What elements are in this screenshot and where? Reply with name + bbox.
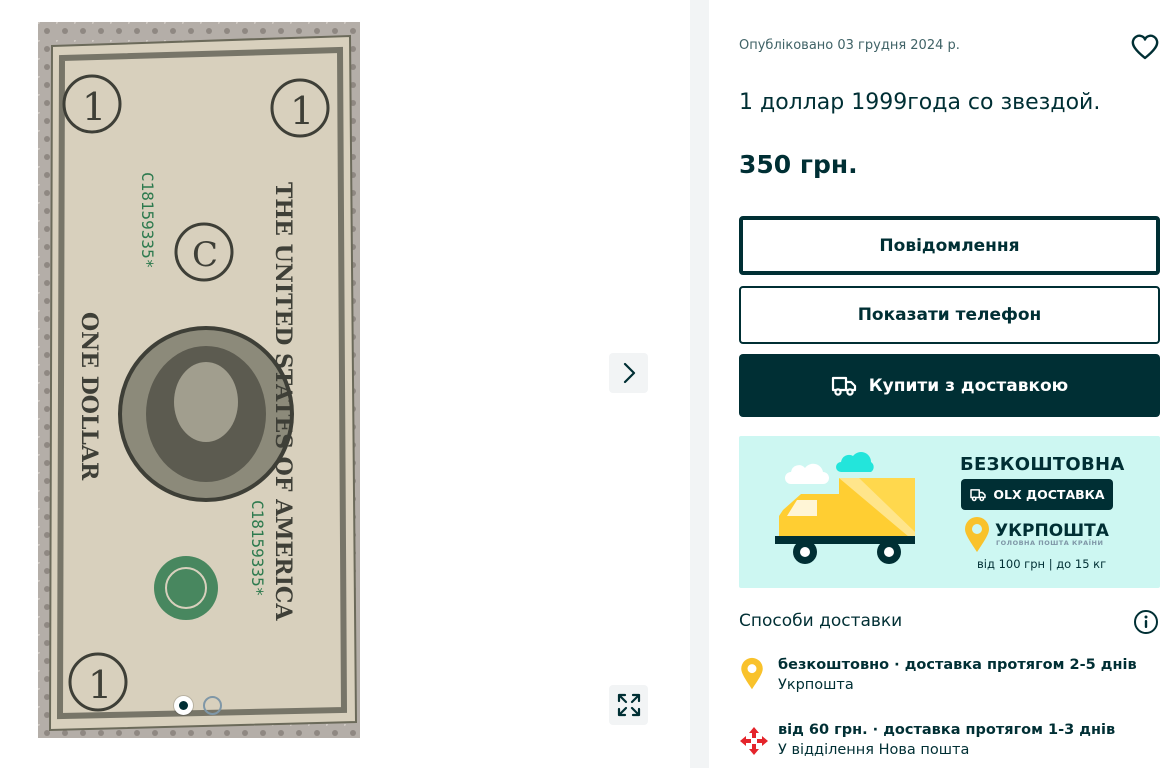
svg-text:C18159335*: C18159335* xyxy=(248,500,267,596)
svg-text:ONE DOLLAR: ONE DOLLAR xyxy=(76,312,102,481)
fullscreen-button[interactable] xyxy=(609,685,648,725)
nova-poshta-icon xyxy=(740,727,768,755)
svg-text:1: 1 xyxy=(82,85,106,129)
buy-with-delivery-button[interactable]: Купити з доставкою xyxy=(739,354,1160,417)
truck-illustration xyxy=(775,452,915,564)
delivery-option-carrier: У відділення Нова пошта xyxy=(778,742,970,758)
next-image-button[interactable] xyxy=(609,353,648,393)
svg-text:1: 1 xyxy=(88,663,112,707)
buy-button-label: Купити з доставкою xyxy=(868,375,1069,396)
delivery-truck-icon xyxy=(831,376,856,396)
delivery-option-title: від 60 грн. · доставка протягом 1-3 днів xyxy=(778,722,1116,738)
banner-free-label: БЕЗКОШТОВНА xyxy=(960,454,1125,475)
message-button[interactable]: Повідомлення xyxy=(739,216,1160,275)
ukrposhta-subtitle: ГОЛОВНА ПОШТА КРАЇНИ xyxy=(996,539,1104,547)
olx-delivery-label: OLX ДОСТАВКА xyxy=(993,487,1105,502)
pagination-dot-1[interactable] xyxy=(174,696,193,715)
posted-date: Опубліковано 03 грудня 2024 р. xyxy=(739,38,960,53)
message-button-label: Повідомлення xyxy=(879,235,1020,256)
svg-text:THE UNITED STATES OF AMERICA: THE UNITED STATES OF AMERICA xyxy=(270,182,296,621)
info-icon[interactable] xyxy=(1133,609,1159,639)
listing-title: 1 доллар 1999года со звездой. xyxy=(739,90,1101,115)
olx-delivery-badge: OLX ДОСТАВКА xyxy=(961,479,1113,510)
ukrposhta-label: УКРПОШТА xyxy=(995,521,1109,541)
listing-photo[interactable]: 1 1 1 C C18159335* C18159335* THE UNITED… xyxy=(38,22,360,738)
svg-text:C: C xyxy=(192,235,218,275)
delivery-methods-heading: Способи доставки xyxy=(739,611,903,631)
listing-price: 350 грн. xyxy=(739,150,858,179)
svg-text:1: 1 xyxy=(290,89,314,133)
heart-icon xyxy=(1131,34,1159,60)
listing-sidebar: Опубліковано 03 грудня 2024 р. 1 доллар … xyxy=(739,0,1161,768)
delivery-option-title: безкоштовно · доставка протягом 2-5 днів xyxy=(778,657,1137,673)
banknote-photo: 1 1 1 C C18159335* C18159335* THE UNITED… xyxy=(38,22,360,738)
ukrposhta-pin-icon xyxy=(965,517,989,552)
delivery-limits: від 100 грн | до 15 кг xyxy=(977,557,1107,571)
favorite-button[interactable] xyxy=(1129,31,1161,63)
ukrposhta-pin-icon xyxy=(741,657,763,690)
column-divider xyxy=(690,0,709,768)
free-delivery-banner[interactable]: БЕЗКОШТОВНА OLX ДОСТАВКА УКРПОШТА ГОЛОВН… xyxy=(739,436,1160,588)
image-gallery: 1 1 1 C C18159335* C18159335* THE UNITED… xyxy=(0,0,690,768)
pagination-dot-2[interactable] xyxy=(203,696,222,715)
gallery-pagination xyxy=(174,696,222,715)
show-phone-button-label: Показати телефон xyxy=(857,305,1042,325)
expand-icon xyxy=(617,693,640,717)
svg-text:C18159335*: C18159335* xyxy=(138,172,157,268)
show-phone-button[interactable]: Показати телефон xyxy=(739,286,1160,344)
delivery-option-carrier: Укрпошта xyxy=(778,677,854,693)
chevron-right-icon xyxy=(623,362,635,384)
delivery-truck-icon xyxy=(970,488,987,501)
